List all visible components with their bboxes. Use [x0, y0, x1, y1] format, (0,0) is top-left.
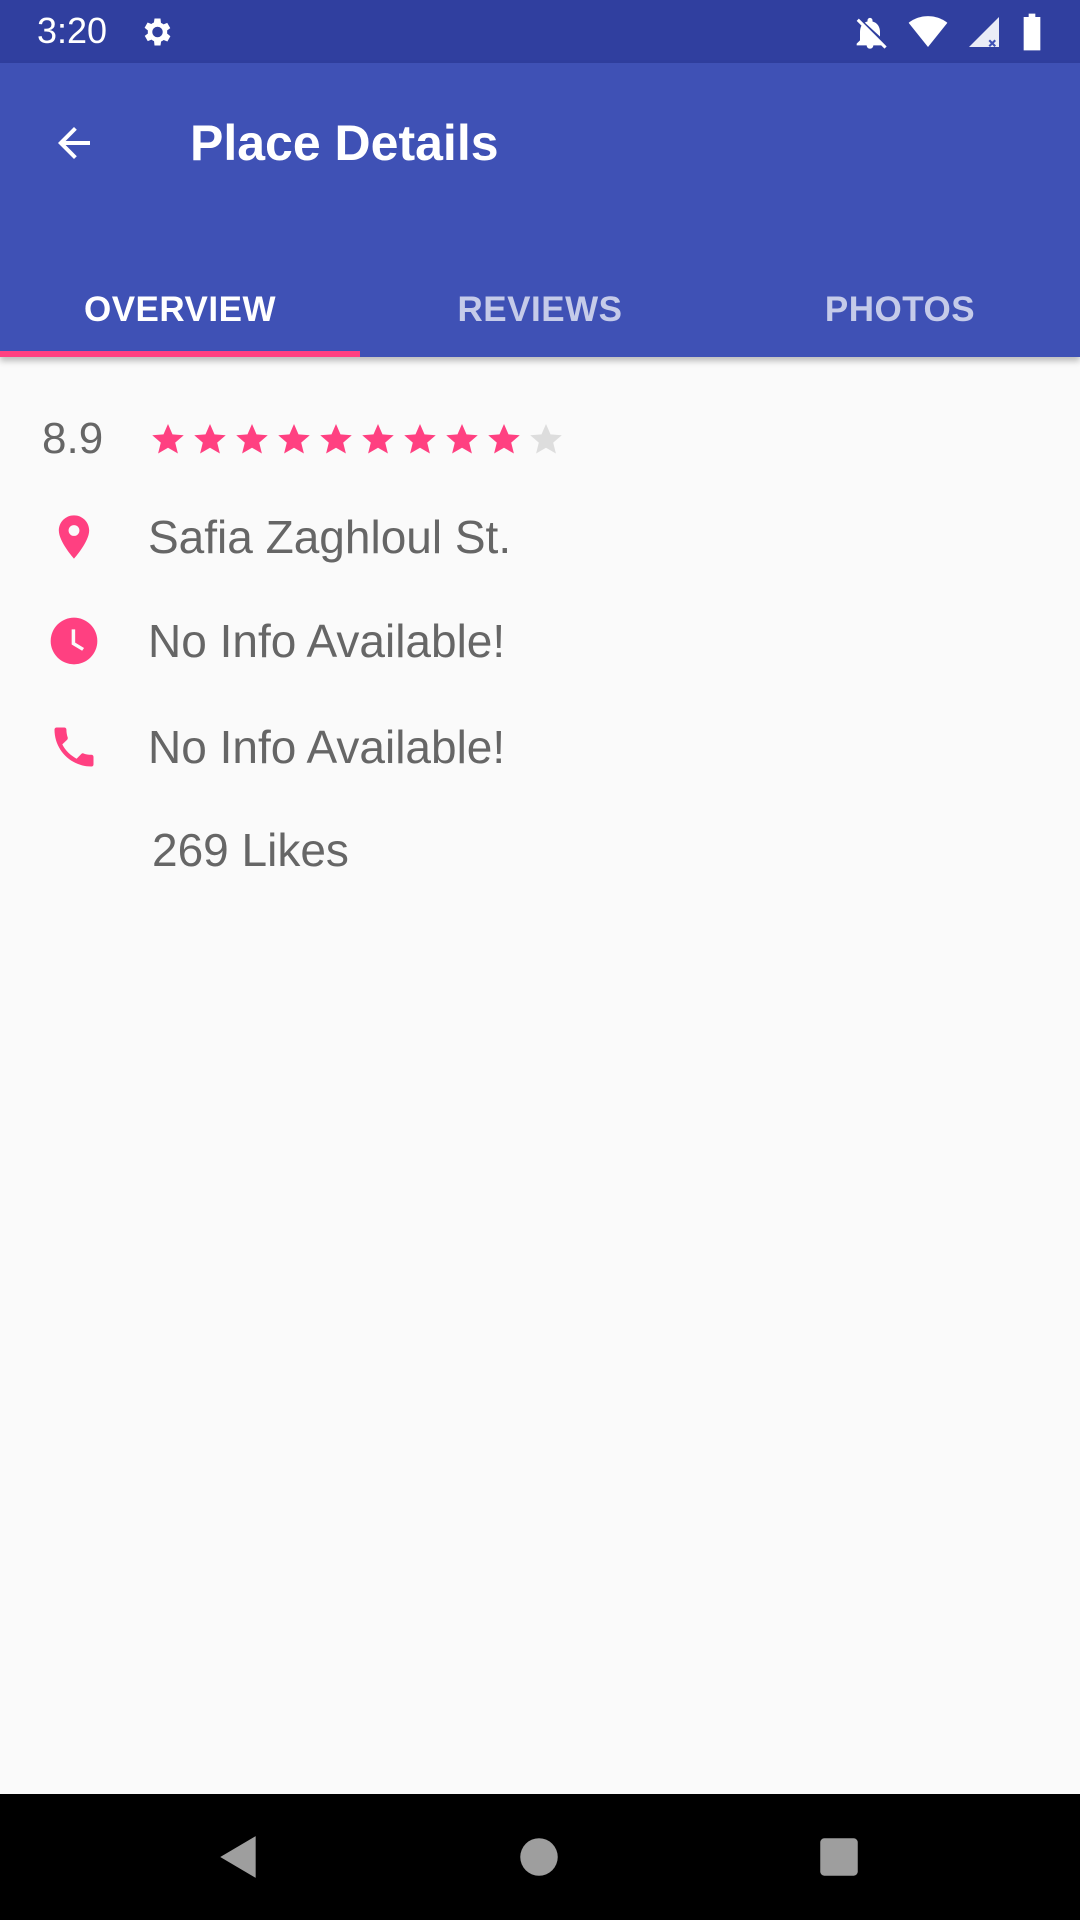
star-filled-icon — [236, 424, 268, 454]
status-bar: 3:20 — [0, 0, 1080, 63]
battery-icon — [1023, 13, 1041, 51]
rating-row: 8.9 — [42, 407, 564, 471]
system-nav-bar — [0, 1794, 1080, 1920]
star-filled-icon — [488, 424, 520, 454]
tab-indicator — [0, 351, 360, 357]
address-row: Safia Zaghloul St. — [42, 505, 511, 569]
page-title: Place Details — [190, 115, 499, 171]
address-text: Safia Zaghloul St. — [148, 511, 512, 563]
signal-icon — [969, 17, 999, 47]
phone-text: No Info Available! — [148, 721, 506, 773]
arrow-back-icon — [58, 127, 90, 159]
tab-bar: OVERVIEW REVIEWS PHOTOS — [0, 263, 1080, 357]
likes-count: 269 Likes — [152, 824, 349, 876]
status-time: 3:20 — [37, 10, 108, 51]
back-triangle-icon[interactable] — [214, 1832, 264, 1882]
recents-square-icon[interactable] — [814, 1832, 864, 1882]
wifi-icon — [908, 16, 948, 47]
star-filled-icon — [194, 424, 226, 454]
rating-value: 8.9 — [42, 414, 104, 463]
phone-row: No Info Available! — [42, 715, 505, 779]
status-icons — [850, 12, 1044, 52]
tab-overview[interactable]: OVERVIEW — [0, 263, 360, 357]
gear-icon — [144, 18, 171, 46]
app-bar: Place Details OVERVIEW REVIEWS PHOTOS — [0, 63, 1080, 357]
star-empty-icon — [530, 424, 562, 454]
back-button[interactable] — [42, 111, 106, 175]
location-pin-icon — [42, 505, 106, 569]
star-filled-icon — [278, 424, 310, 454]
tab-reviews[interactable]: REVIEWS — [360, 263, 720, 357]
star-filled-icon — [446, 424, 478, 454]
rating-bar[interactable] — [150, 421, 564, 457]
star-filled-icon — [320, 424, 352, 454]
hours-row: No Info Available! — [42, 609, 505, 673]
star-filled-icon — [404, 424, 436, 454]
star-filled-icon — [152, 424, 184, 454]
phone-icon — [42, 715, 106, 779]
clock-icon — [42, 609, 106, 673]
notifications-off-icon — [856, 17, 887, 49]
hours-text: No Info Available! — [148, 615, 506, 667]
tab-photos[interactable]: PHOTOS — [720, 263, 1080, 357]
home-circle-icon[interactable] — [514, 1832, 564, 1882]
star-filled-icon — [362, 424, 394, 454]
